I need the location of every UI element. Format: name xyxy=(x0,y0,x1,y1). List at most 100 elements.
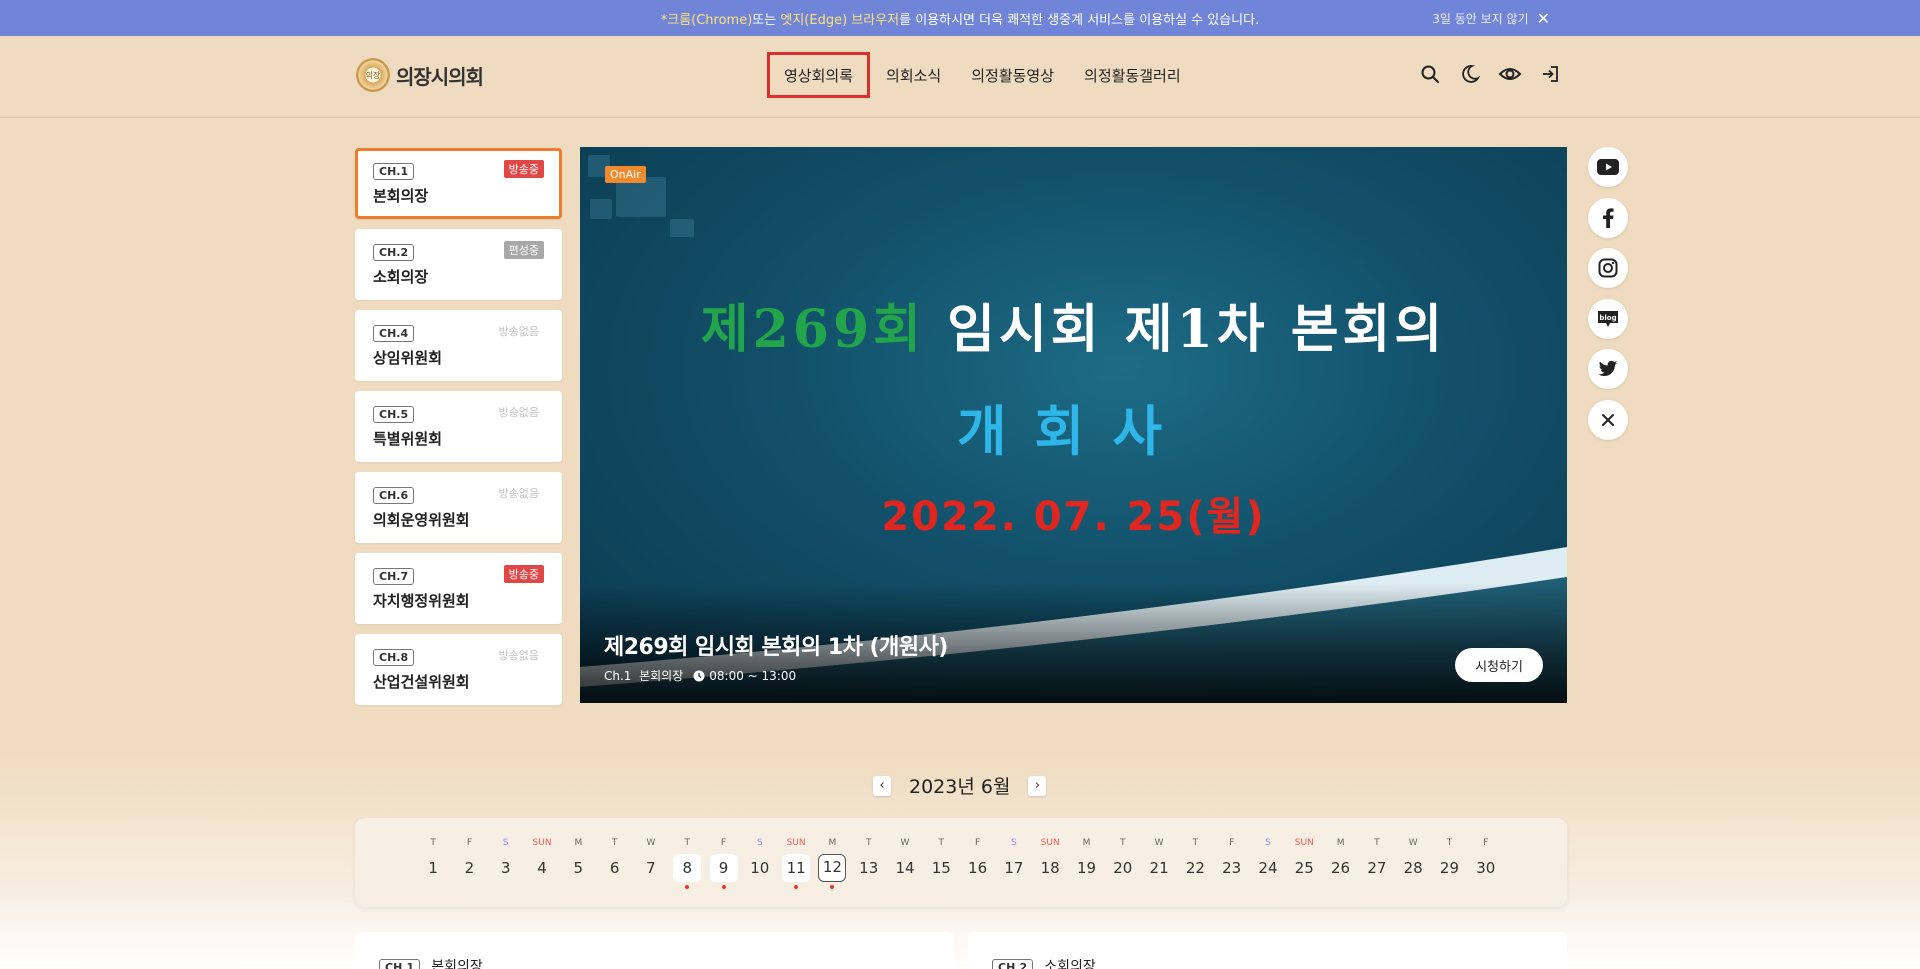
calendar-day[interactable]: T1 xyxy=(415,836,451,889)
calendar-day[interactable]: M 12 xyxy=(814,836,850,889)
calendar-date[interactable]: 18 xyxy=(1036,854,1064,882)
login-icon[interactable] xyxy=(1538,62,1562,86)
calendar-date[interactable]: 16 xyxy=(964,854,992,882)
calendar-day[interactable]: T 20 xyxy=(1105,836,1141,889)
channel-card-ch8[interactable]: CH.8 방송없음 산업건설위원회 xyxy=(355,634,562,705)
calendar-day[interactable]: M5 xyxy=(560,836,596,889)
social-links: blog xyxy=(1588,147,1628,450)
calendar-date[interactable]: 14 xyxy=(891,854,919,882)
calendar-day[interactable]: S 17 xyxy=(996,836,1032,889)
channel-card-ch1[interactable]: CH.1 방송중 본회의장 xyxy=(355,148,562,219)
channel-card-ch4[interactable]: CH.4 방송없음 상임위원회 xyxy=(355,310,562,381)
calendar-date[interactable]: 7 xyxy=(637,854,665,882)
calendar-date[interactable]: 6 xyxy=(601,854,629,882)
facebook-icon[interactable] xyxy=(1588,197,1628,238)
instagram-icon[interactable] xyxy=(1588,248,1628,288)
calendar-date[interactable]: 19 xyxy=(1072,854,1100,882)
search-icon[interactable] xyxy=(1418,62,1442,86)
calendar-day[interactable]: T 22 xyxy=(1177,836,1213,889)
calendar-date[interactable]: 30 xyxy=(1472,854,1500,882)
calendar-date[interactable]: 1 xyxy=(419,854,447,882)
calendar-date[interactable]: 25 xyxy=(1290,854,1318,882)
calendar-day[interactable]: T6 xyxy=(596,836,632,889)
prev-month-button[interactable]: ‹ xyxy=(873,775,891,796)
calendar-day[interactable]: T8 xyxy=(669,836,705,889)
watch-button[interactable]: 시청하기 xyxy=(1455,648,1543,682)
channel-card-ch6[interactable]: CH.6 방송없음 의회운영위원회 xyxy=(355,472,562,543)
dark-mode-icon[interactable] xyxy=(1458,62,1482,86)
channel-schedule-card-ch1[interactable]: CH.1 본회의장 xyxy=(355,932,954,969)
calendar-date[interactable]: 9 xyxy=(709,854,738,882)
calendar-date[interactable]: 13 xyxy=(855,854,883,882)
channel-card-ch2[interactable]: CH.2 편성중 소회의장 xyxy=(355,229,562,300)
calendar-day[interactable]: S3 xyxy=(488,836,524,889)
calendar-date[interactable]: 24 xyxy=(1254,854,1282,882)
calendar-day[interactable]: S 24 xyxy=(1250,836,1286,889)
calendar-date[interactable]: 11 xyxy=(782,854,811,882)
calendar-day[interactable]: F2 xyxy=(451,836,487,889)
channel-tag: CH.2 xyxy=(373,244,415,261)
calendar-date[interactable]: 28 xyxy=(1399,854,1427,882)
calendar-day[interactable]: SUN 4 xyxy=(524,836,560,889)
channel-card-ch7[interactable]: CH.7 방송중 자치행정위원회 xyxy=(355,553,562,624)
calendar-day[interactable]: T 27 xyxy=(1359,836,1395,889)
calendar-day[interactable]: M 26 xyxy=(1322,836,1358,889)
nav-video-minutes[interactable]: 영상회의록 xyxy=(767,52,871,98)
calendar-date[interactable]: 29 xyxy=(1435,854,1463,882)
eye-icon[interactable] xyxy=(1498,62,1522,86)
calendar-day[interactable]: F 23 xyxy=(1214,836,1250,889)
twitter-icon[interactable] xyxy=(1588,349,1628,389)
calendar-date[interactable]: 12 xyxy=(818,854,847,882)
calendar-date[interactable]: 23 xyxy=(1218,854,1246,882)
calendar-date[interactable]: 21 xyxy=(1145,854,1173,882)
calendar-day[interactable]: F 30 xyxy=(1468,836,1504,889)
calendar-day[interactable]: T 15 xyxy=(923,836,959,889)
calendar-day[interactable]: W 28 xyxy=(1395,836,1431,889)
nav-activity-videos[interactable]: 의정활동영상 xyxy=(957,52,1068,98)
calendar-date[interactable]: 22 xyxy=(1181,854,1209,882)
calendar-day[interactable]: SUN 18 xyxy=(1032,836,1068,889)
calendar-date[interactable]: 8 xyxy=(673,854,702,882)
blog-icon[interactable]: blog xyxy=(1588,298,1628,339)
calendar-weekday: SUN xyxy=(1294,838,1314,848)
channel-schedule-card-ch2[interactable]: CH.2 소회의장 xyxy=(968,932,1567,969)
calendar-date[interactable]: 4 xyxy=(528,854,556,882)
channel-card-ch5[interactable]: CH.5 방송없음 특별위원회 xyxy=(355,391,562,462)
calendar-day[interactable]: F 16 xyxy=(959,836,995,889)
close-icon[interactable]: ✕ xyxy=(1537,9,1550,28)
video-player[interactable]: OnAir 제269회 임시회 제1차 본회의 개회사 2022. 07. 25… xyxy=(580,147,1567,703)
calendar-day[interactable]: M 19 xyxy=(1068,836,1104,889)
calendar-date[interactable]: 26 xyxy=(1327,854,1355,882)
calendar-day[interactable]: F9 xyxy=(705,836,741,889)
calendar-date[interactable]: 27 xyxy=(1363,854,1391,882)
channel-name: 본회의장 xyxy=(373,187,429,205)
calendar-day[interactable]: S 10 xyxy=(742,836,778,889)
site-logo[interactable]: 의장 의장시의회 xyxy=(356,58,484,92)
nav-council-news[interactable]: 의회소식 xyxy=(872,52,955,98)
next-month-button[interactable]: › xyxy=(1028,775,1047,796)
calendar-date[interactable]: 15 xyxy=(927,854,955,882)
calendar-weekday: S xyxy=(1011,838,1017,848)
calendar-day[interactable]: W 14 xyxy=(887,836,923,889)
calendar-day[interactable]: T 29 xyxy=(1431,836,1467,889)
calendar-day[interactable]: T 13 xyxy=(851,836,887,889)
calendar-day[interactable]: SUN 25 xyxy=(1286,836,1322,889)
calendar-date[interactable]: 17 xyxy=(1000,854,1028,882)
close-icon[interactable] xyxy=(1588,399,1628,440)
calendar-date[interactable]: 5 xyxy=(564,854,592,882)
calendar-day[interactable]: W 21 xyxy=(1141,836,1177,889)
calendar-day[interactable]: SUN 11 xyxy=(778,836,814,889)
dismiss-3days-button[interactable]: 3일 동안 보지 않기 ✕ xyxy=(1432,0,1550,36)
calendar-weekday: F xyxy=(720,838,727,848)
channel-name: 소회의장 xyxy=(1044,959,1096,969)
youtube-icon[interactable] xyxy=(1588,147,1628,187)
calendar-day[interactable]: W7 xyxy=(633,836,669,889)
calendar-weekday: F xyxy=(1229,838,1235,848)
calendar-date[interactable]: 10 xyxy=(746,854,774,882)
calendar-date[interactable]: 3 xyxy=(492,854,520,882)
calendar-date[interactable]: 2 xyxy=(455,854,483,882)
calendar-date[interactable]: 20 xyxy=(1109,854,1137,882)
video-meta: Ch.1 본회의장 08:00 ~ 13:00 xyxy=(604,667,796,684)
nav-activity-gallery[interactable]: 의정활동갤러리 xyxy=(1070,52,1195,98)
event-dot xyxy=(830,885,835,889)
